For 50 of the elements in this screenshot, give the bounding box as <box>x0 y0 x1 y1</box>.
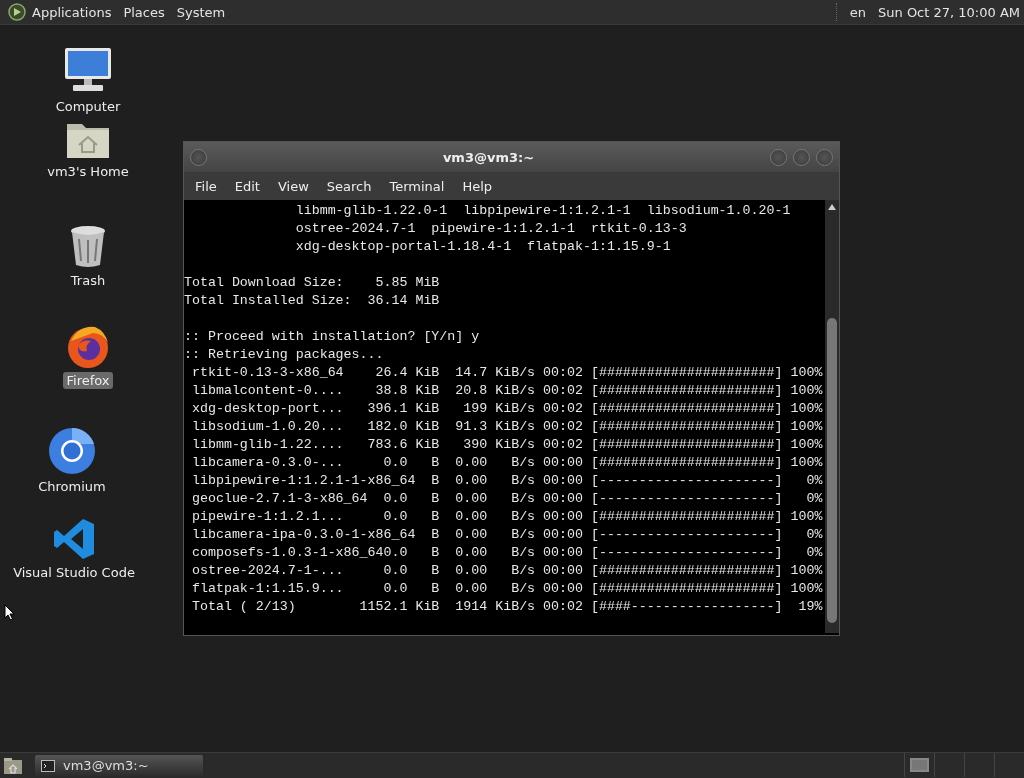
taskbar-button[interactable]: vm3@vm3:~ <box>35 754 203 777</box>
menu-item[interactable]: View <box>268 178 318 194</box>
menu-item[interactable]: Help <box>453 178 502 194</box>
clock[interactable]: Sun Oct 27, 10:00 AM <box>878 4 1020 20</box>
terminal-line: geoclue-2.7.1-3-x86_64 0.0 B 0.00 B/s 00:00 [----------------------] 0% <box>190 490 824 508</box>
logo-icon[interactable] <box>8 3 26 21</box>
icon-label[interactable]: Firefox <box>63 372 113 389</box>
terminal-line: xdg-desktop-portal-1.18.4-1 flatpak-1:1.15.9-1 <box>294 238 672 256</box>
terminal-line: libcamera-ipa-0.3.0-1-x86_64 B 0.00 B/s 00:00 [----------------------] 0% <box>190 526 824 544</box>
terminal-line: libmalcontent-0.... 38.8 KiB 20.8 KiB/s 00:02 [######################] 100% <box>190 382 824 400</box>
panel-menu[interactable]: Applications <box>32 4 112 20</box>
scroll-thumb[interactable] <box>827 318 837 623</box>
panel-menu[interactable]: System <box>176 4 226 20</box>
terminal-line: pipewire-1:1.2.1... 0.0 B 0.00 B/s 00:00 [######################] 100% <box>190 508 824 526</box>
terminal-line: Total Download Size: 5.85 MiB <box>184 274 441 292</box>
terminal-line: :: Retrieving packages... <box>184 346 385 364</box>
menu-item[interactable]: Terminal <box>380 178 454 194</box>
panel-menu[interactable]: Places <box>123 4 165 20</box>
terminal-line: libmm-glib-1.22.... 783.6 KiB 390 KiB/s 00:02 [######################] 100% <box>190 436 824 454</box>
icon-label[interactable]: Chromium <box>35 478 109 495</box>
terminal-line: xdg-desktop-port... 396.1 KiB 199 KiB/s 00:02 [######################] 100% <box>190 400 824 418</box>
terminal-line: Total Installed Size: 36.14 MiB <box>184 292 441 310</box>
keyboard-layout[interactable]: en <box>849 4 866 20</box>
browser-icon[interactable] <box>48 427 96 475</box>
terminal-line: libcamera-0.3.0-... 0.0 B 0.00 B/s 00:00 [######################] 100% <box>190 454 824 472</box>
scroll-up-icon[interactable] <box>828 204 836 210</box>
window-title: vm3@vm3:~ <box>441 149 536 165</box>
terminal-line: libpipewire-1:1.2.1-1-x86_64 B 0.00 B/s 00:00 [----------------------] 0% <box>190 472 824 490</box>
terminal-line: Total ( 2/13) 1152.1 KiB 1914 KiB/s 00:02 [####------------------] 19% <box>190 598 824 616</box>
icon-label[interactable]: Trash <box>67 272 109 289</box>
menu-item[interactable]: Search <box>317 178 381 194</box>
terminal-line: flatpak-1:1.15.9... 0.0 B 0.00 B/s 00:00 [######################] 100% <box>190 580 824 598</box>
trash-icon[interactable] <box>69 225 107 269</box>
terminal-icon <box>41 759 55 772</box>
terminal-line: composefs-1.0.3-1-x86_640.0 B 0.00 B/s 00:00 [----------------------] 0% <box>190 544 824 562</box>
terminal-line: ostree-2024.7-1 pipewire-1:1.2.1-1 rtkit-0.13-3 <box>294 220 688 238</box>
cursor-icon <box>4 604 15 621</box>
icon-label[interactable]: Visual Studio Code <box>10 564 138 581</box>
icon-label[interactable]: Computer <box>52 98 124 115</box>
menu-item[interactable]: File <box>186 178 226 194</box>
icon-label[interactable]: vm3's Home <box>44 163 132 180</box>
terminal-line: :: Proceed with installation? [Y/n] y <box>184 328 481 346</box>
terminal-line: ostree-2024.7-1-... 0.0 B 0.00 B/s 00:00 [######################] 100% <box>190 562 824 580</box>
scrollbar[interactable] <box>825 200 839 633</box>
terminal-line: libmm-glib-1.22.0-1 libpipewire-1:1.2.1-1 libsodium-1.0.20-1 <box>294 202 792 220</box>
show-desktop-icon[interactable] <box>3 756 23 775</box>
terminal-line: libsodium-1.0.20... 182.0 KiB 91.3 KiB/s 00:02 [######################] 100% <box>190 418 824 436</box>
code-editor-icon[interactable] <box>52 517 96 561</box>
terminal-line: rtkit-0.13-3-x86_64 26.4 KiB 14.7 KiB/s 00:02 [######################] 100% <box>190 364 824 382</box>
menu-item[interactable]: Edit <box>225 178 269 194</box>
